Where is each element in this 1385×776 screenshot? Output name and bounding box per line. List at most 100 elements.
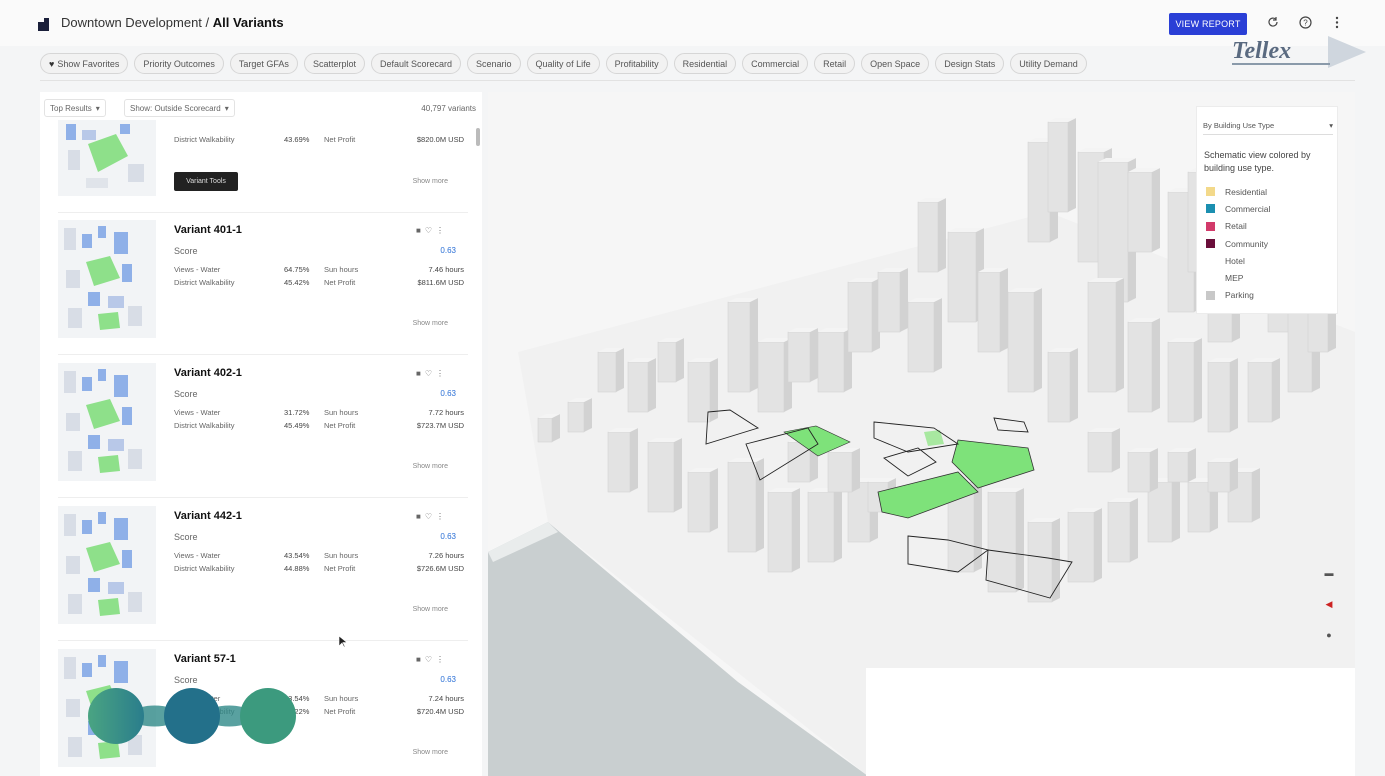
filter-chip-4[interactable]: Default Scorecard bbox=[370, 53, 462, 74]
filter-chip-10[interactable]: Retail bbox=[814, 53, 856, 74]
compare-icon[interactable]: ■ bbox=[416, 369, 425, 378]
list-scrollbar[interactable] bbox=[476, 128, 480, 146]
favorite-heart-icon[interactable]: ♡ bbox=[425, 226, 436, 235]
camera-icon[interactable]: ▬ bbox=[1320, 568, 1338, 578]
score-value[interactable]: 0.63 bbox=[440, 389, 456, 398]
metric-label-secondary: Sun hours bbox=[324, 408, 359, 417]
metric-label: District Walkability bbox=[174, 135, 235, 144]
metric-label-secondary: Net Profit bbox=[324, 135, 356, 144]
filter-chip-label: Retail bbox=[823, 58, 847, 69]
more-icon[interactable]: ⋮ bbox=[436, 512, 448, 521]
metric-percent: 43.69% bbox=[284, 135, 310, 144]
viewport-overlay bbox=[866, 668, 1355, 776]
legend-swatch bbox=[1206, 221, 1215, 231]
metric-label-secondary: Sun hours bbox=[324, 551, 359, 560]
legend-item: Commercial bbox=[1206, 200, 1270, 217]
legend-label: Retail bbox=[1225, 221, 1247, 232]
settings-icon[interactable]: ● bbox=[1320, 630, 1338, 640]
show-more-link[interactable]: Show more bbox=[413, 749, 448, 756]
filter-chip-8[interactable]: Residential bbox=[673, 53, 737, 74]
brand-watermark: Tellex bbox=[1232, 36, 1366, 68]
variant-thumbnail[interactable] bbox=[58, 220, 156, 338]
compare-icon[interactable]: ■ bbox=[416, 226, 425, 235]
score-value[interactable]: 0.63 bbox=[440, 246, 456, 255]
variant-actions: ■♡⋮ bbox=[416, 512, 448, 521]
filter-chip-7[interactable]: Profitability bbox=[605, 53, 668, 74]
more-icon[interactable]: ⋮ bbox=[436, 226, 448, 235]
filter-chip-13[interactable]: Utility Demand bbox=[1010, 53, 1087, 74]
variant-title[interactable]: Variant 401-1 bbox=[174, 224, 242, 236]
metric-label: District Walkability bbox=[174, 278, 235, 287]
breadcrumb: Downtown Development / All Variants bbox=[61, 15, 284, 30]
variant-tools-button[interactable]: Variant Tools bbox=[174, 172, 238, 191]
legend-label: Parking bbox=[1225, 290, 1254, 301]
map-legend-panel: By Building Use Type ▾ Schematic view co… bbox=[1196, 106, 1338, 314]
card-divider bbox=[58, 640, 468, 641]
filter-chip-11[interactable]: Open Space bbox=[861, 53, 930, 74]
filter-chip-2[interactable]: Target GFAs bbox=[229, 53, 298, 74]
sort-dropdown[interactable]: Top Results ▾ bbox=[44, 99, 106, 117]
loading-spinner-icon bbox=[88, 688, 296, 744]
metric-label-secondary: Net Profit bbox=[324, 707, 356, 716]
variant-title[interactable]: Variant 57-1 bbox=[174, 653, 236, 665]
filter-chip-6[interactable]: Quality of Life bbox=[526, 53, 600, 74]
app-root: Downtown Development / All Variants VIEW… bbox=[0, 0, 1385, 776]
filter-chip-0[interactable]: ♥ Show Favorites bbox=[40, 53, 129, 74]
breadcrumb-separator: / bbox=[201, 15, 213, 30]
more-icon[interactable]: ⋮ bbox=[436, 369, 448, 378]
show-more-link[interactable]: Show more bbox=[413, 463, 448, 470]
favorite-heart-icon[interactable]: ♡ bbox=[425, 512, 436, 521]
breadcrumb-parent[interactable]: Downtown Development bbox=[61, 15, 202, 30]
metric-value: $820.0M USD bbox=[416, 135, 464, 144]
variant-count: 40,797 variants bbox=[421, 104, 476, 113]
filter-chip-5[interactable]: Scenario bbox=[467, 53, 521, 74]
legend-swatch bbox=[1206, 204, 1215, 214]
scorecard-filter-dropdown[interactable]: Show: Outside Scorecard ▾ bbox=[124, 99, 235, 117]
color-by-label: By Building Use Type bbox=[1203, 121, 1275, 130]
legend-label: Community bbox=[1225, 238, 1268, 249]
filter-chip-1[interactable]: Priority Outcomes bbox=[134, 53, 224, 74]
variant-thumbnail[interactable] bbox=[58, 506, 156, 624]
card-divider bbox=[58, 212, 468, 213]
legend-swatch bbox=[1206, 187, 1215, 197]
metric-label: District Walkability bbox=[174, 421, 235, 430]
more-menu-icon[interactable] bbox=[1330, 16, 1344, 30]
filter-chip-label: Target GFAs bbox=[238, 58, 289, 69]
variant-thumbnail[interactable] bbox=[58, 120, 156, 196]
filter-chip-label: Scenario bbox=[476, 58, 512, 69]
metric-label-secondary: Sun hours bbox=[324, 265, 359, 274]
legend-label: Residential bbox=[1225, 186, 1268, 197]
filter-chip-label: Design Stats bbox=[944, 58, 996, 69]
compare-icon[interactable]: ■ bbox=[416, 512, 425, 521]
filter-chip-3[interactable]: Scatterplot bbox=[303, 53, 365, 74]
metric-value: $720.4M USD bbox=[416, 707, 464, 716]
score-value[interactable]: 0.63 bbox=[440, 675, 456, 684]
legend-item: MEP bbox=[1206, 269, 1270, 286]
variant-thumbnail[interactable] bbox=[58, 363, 156, 481]
show-more-link[interactable]: Show more bbox=[413, 320, 448, 327]
metric-label-secondary: Sun hours bbox=[324, 694, 359, 703]
more-icon[interactable]: ⋮ bbox=[436, 655, 448, 664]
sound-icon[interactable]: ◀ bbox=[1320, 599, 1338, 610]
filter-chip-label: Priority Outcomes bbox=[143, 58, 215, 69]
legend-swatch bbox=[1206, 273, 1215, 283]
favorite-heart-icon[interactable]: ♡ bbox=[425, 369, 436, 378]
refresh-icon[interactable] bbox=[1266, 16, 1280, 30]
filter-chip-label: Residential bbox=[682, 58, 728, 69]
show-more-link[interactable]: Show more bbox=[413, 178, 448, 185]
metric-percent: 64.75% bbox=[284, 265, 310, 274]
help-icon[interactable]: ? bbox=[1298, 16, 1312, 30]
variant-title[interactable]: Variant 402-1 bbox=[174, 367, 242, 379]
variant-actions: ■♡⋮ bbox=[416, 655, 448, 664]
favorite-heart-icon[interactable]: ♡ bbox=[425, 655, 436, 664]
variant-title[interactable]: Variant 442-1 bbox=[174, 510, 242, 522]
compare-icon[interactable]: ■ bbox=[416, 655, 425, 664]
app-logo-icon[interactable] bbox=[37, 16, 51, 32]
show-more-link[interactable]: Show more bbox=[413, 606, 448, 613]
score-value[interactable]: 0.63 bbox=[440, 532, 456, 541]
score-label: Score bbox=[174, 246, 198, 256]
filter-chip-12[interactable]: Design Stats bbox=[935, 53, 1005, 74]
color-by-dropdown[interactable]: By Building Use Type ▾ bbox=[1203, 117, 1333, 135]
legend-item: Residential bbox=[1206, 183, 1270, 200]
filter-chip-9[interactable]: Commercial bbox=[742, 53, 809, 74]
